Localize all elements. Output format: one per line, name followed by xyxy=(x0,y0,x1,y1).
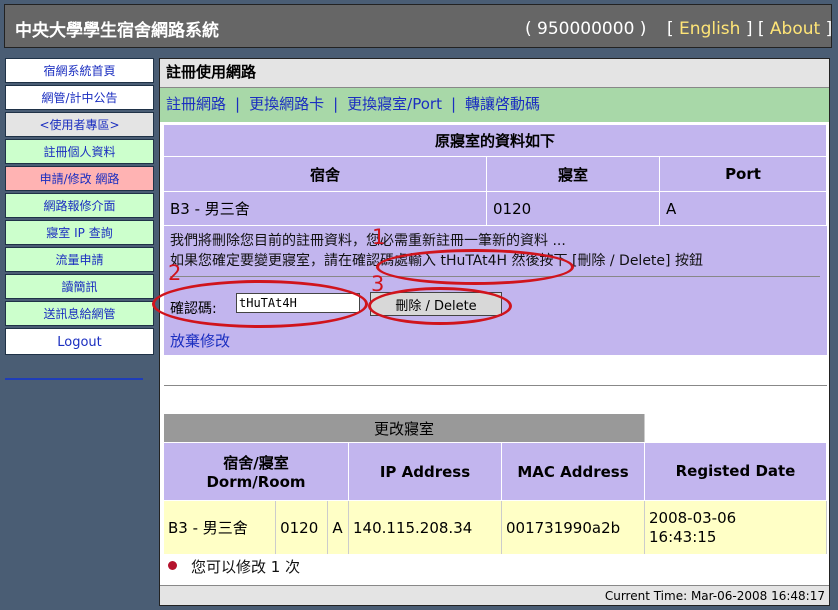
user-id: ( 950000000 ) xyxy=(525,19,647,39)
main-panel: 註冊使用網路 註冊網路 | 更換網路卡 | 更換寢室/Port | 轉讓啓動碼 原寢室的資料… xyxy=(152,58,830,606)
annotation-number-2: 2 xyxy=(168,261,182,285)
bullet-icon xyxy=(168,561,177,570)
cell-port-letter: A xyxy=(327,500,349,554)
current-time: Current Time: Mar-06-2008 16:48:17 xyxy=(604,589,825,603)
original-room-table: 原寢室的資料如下 宿舍 寢室 Port B3 - 男三舍 0120 A xyxy=(164,125,827,226)
cell-registed-date: 2008-03-06 16:43:15 xyxy=(644,500,827,554)
header-port: Port xyxy=(659,156,827,192)
sidebar-item-send-message[interactable]: 送訊息給網管 xyxy=(5,301,154,326)
sidebar-item-register-profile[interactable]: 註冊個人資料 xyxy=(5,139,154,164)
header-mac: MAC Address xyxy=(501,442,645,501)
header-ip: IP Address xyxy=(348,442,502,501)
cell-dorm: B3 - 男三舍 xyxy=(164,191,487,226)
header-dorm: 宿舍 xyxy=(164,156,487,192)
tab-transfer-code[interactable]: 轉讓啓動碼 xyxy=(465,95,540,113)
section-divider xyxy=(164,385,827,386)
footer: Current Time: Mar-06-2008 16:48:17 xyxy=(160,585,829,605)
sidebar-item-apply-network[interactable]: 申請/修改 網路 xyxy=(5,166,154,191)
status-line: 您可以修改 1 次 xyxy=(168,556,300,577)
site-title: 中央大學學生宿舍網路系統 xyxy=(15,21,219,41)
sidebar-item-traffic[interactable]: 流量申請 xyxy=(5,247,154,272)
change-room-caption: 更改寢室 xyxy=(164,414,645,443)
header-date: Registed Date xyxy=(644,442,827,501)
cell-ip-address: 140.115.208.34 xyxy=(348,500,502,554)
sidebar-item-ip-lookup[interactable]: 寢室 IP 查詢 xyxy=(5,220,154,245)
page-title: 註冊使用網路 xyxy=(160,59,829,88)
annotation-number-3: 3 xyxy=(371,272,385,296)
sidebar-item-read-messages[interactable]: 讀簡訊 xyxy=(5,274,154,299)
cell-room: 0120 xyxy=(486,191,660,226)
sidebar-divider xyxy=(5,378,143,380)
about-link[interactable]: About xyxy=(770,19,820,39)
annotation-circle-3 xyxy=(368,287,512,325)
status-text: 您可以修改 1 次 xyxy=(191,558,301,576)
tab-change-nic[interactable]: 更換網路卡 xyxy=(249,95,324,113)
change-room-panel: 更改寢室 宿舍/寢室 Dorm/Room IP Address MAC Addr… xyxy=(164,414,827,554)
instruction-line-1: 我們將刪除您目前的註冊資料，您必需重新註冊一筆新的資料 ... xyxy=(170,233,566,249)
annotation-circle-2 xyxy=(152,280,368,328)
sidebar-item-repair[interactable]: 網路報修介面 xyxy=(5,193,154,218)
tab-change-room[interactable]: 更換寢室/Port xyxy=(347,95,442,113)
top-bar: 中央大學學生宿舍網路系統 ( 950000000 ) [ English ] [… xyxy=(4,4,832,48)
annotation-number-1: 1 xyxy=(372,225,386,249)
top-nav: [ English ] [ About ] xyxy=(667,19,833,39)
sidebar-item-logout[interactable]: Logout xyxy=(5,328,154,355)
sidebar-item-announcements[interactable]: 網管/計中公告 xyxy=(5,85,154,110)
sidebar-item-home[interactable]: 宿網系統首頁 xyxy=(5,58,154,83)
cell-dorm-name: B3 - 男三舍 xyxy=(164,500,277,554)
cell-port: A xyxy=(659,191,827,226)
english-link[interactable]: English xyxy=(679,19,740,39)
tab-register-network[interactable]: 註冊網路 xyxy=(166,95,226,113)
sidebar-item-user-area[interactable]: <使用者專區> xyxy=(5,112,154,137)
cell-room-number: 0120 xyxy=(275,500,329,554)
header-dorm-room: 宿舍/寢室 Dorm/Room xyxy=(164,442,349,501)
sub-nav: 註冊網路 | 更換網路卡 | 更換寢室/Port | 轉讓啓動碼 xyxy=(160,88,829,122)
sidebar: 宿網系統首頁 網管/計中公告 <使用者專區> 註冊個人資料 申請/修改 網路 網… xyxy=(5,58,154,357)
original-room-panel: 原寢室的資料如下 宿舍 寢室 Port B3 - 男三舍 0120 A 我們將刪… xyxy=(152,125,827,355)
annotation-circle-1 xyxy=(376,249,574,285)
original-room-caption: 原寢室的資料如下 xyxy=(164,125,827,157)
change-room-table: 更改寢室 宿舍/寢室 Dorm/Room IP Address MAC Addr… xyxy=(164,414,827,554)
give-up-link[interactable]: 放棄修改 xyxy=(170,330,230,351)
cell-mac-address: 001731990a2b xyxy=(501,500,645,554)
header-room: 寢室 xyxy=(486,156,660,192)
